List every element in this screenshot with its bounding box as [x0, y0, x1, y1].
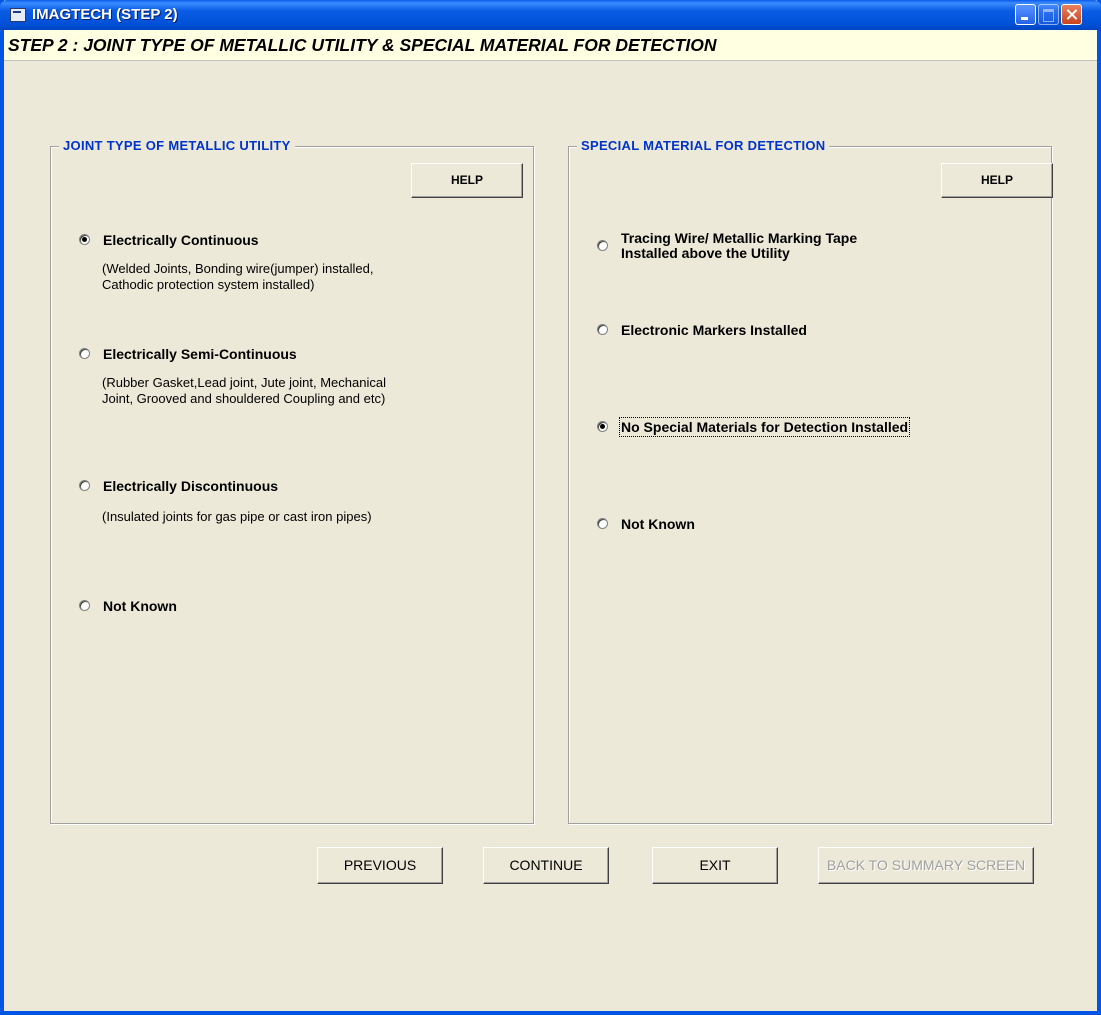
- joint-type-legend: JOINT TYPE OF METALLIC UTILITY: [59, 138, 295, 153]
- radio-button[interactable]: [597, 518, 608, 529]
- special-material-help-button[interactable]: HELP: [941, 163, 1053, 198]
- option-label: Installed above the Utility: [621, 245, 790, 261]
- option-label: Electrically Discontinuous: [103, 478, 279, 494]
- option-description: Cathodic protection system installed): [102, 277, 315, 292]
- option-description: Joint, Grooved and shouldered Coupling a…: [102, 391, 386, 406]
- radio-button-selected[interactable]: [597, 421, 608, 432]
- special-material-group: SPECIAL MATERIAL FOR DETECTION HELP Trac…: [568, 138, 1053, 824]
- maximize-button: [1038, 4, 1059, 25]
- back-to-summary-button: BACK TO SUMMARY SCREEN: [818, 847, 1034, 884]
- step-header: STEP 2 : JOINT TYPE OF METALLIC UTILITY …: [4, 30, 1097, 61]
- option-description: (Welded Joints, Bonding wire(jumper) ins…: [102, 261, 374, 276]
- step-title: STEP 2 : JOINT TYPE OF METALLIC UTILITY …: [8, 35, 717, 55]
- option-label: Not Known: [621, 516, 695, 532]
- minimize-button[interactable]: [1015, 4, 1036, 25]
- app-window-icon: [10, 8, 26, 22]
- special-material-legend: SPECIAL MATERIAL FOR DETECTION: [577, 138, 830, 153]
- joint-type-help-button[interactable]: HELP: [411, 163, 523, 198]
- joint-type-group: JOINT TYPE OF METALLIC UTILITY HELP Elec…: [50, 138, 534, 824]
- option-label: Electronic Markers Installed: [621, 322, 807, 338]
- option-label: No Special Materials for Detection Insta…: [618, 417, 911, 437]
- previous-button[interactable]: PREVIOUS: [317, 847, 443, 884]
- radio-button[interactable]: [597, 324, 608, 335]
- radio-button[interactable]: [79, 480, 90, 491]
- option-description: (Insulated joints for gas pipe or cast i…: [102, 509, 372, 524]
- close-button[interactable]: [1061, 4, 1082, 25]
- radio-button[interactable]: [79, 348, 90, 359]
- radio-button[interactable]: [79, 600, 90, 611]
- main-window: IMAGTECH (STEP 2) STEP 2 : JOINT TYPE OF…: [0, 0, 1101, 1015]
- option-description: (Rubber Gasket,Lead joint, Jute joint, M…: [102, 375, 386, 390]
- title-bar[interactable]: IMAGTECH (STEP 2): [0, 0, 1101, 30]
- option-label: Not Known: [103, 598, 177, 614]
- continue-button[interactable]: CONTINUE: [483, 847, 609, 884]
- option-label: Electrically Continuous: [103, 232, 259, 248]
- window-title: IMAGTECH (STEP 2): [32, 6, 178, 23]
- exit-button[interactable]: EXIT: [652, 847, 778, 884]
- option-label: Tracing Wire/ Metallic Marking Tape: [621, 230, 858, 246]
- option-label: Electrically Semi-Continuous: [103, 346, 297, 362]
- radio-button-selected[interactable]: [79, 234, 90, 245]
- radio-button[interactable]: [597, 240, 608, 251]
